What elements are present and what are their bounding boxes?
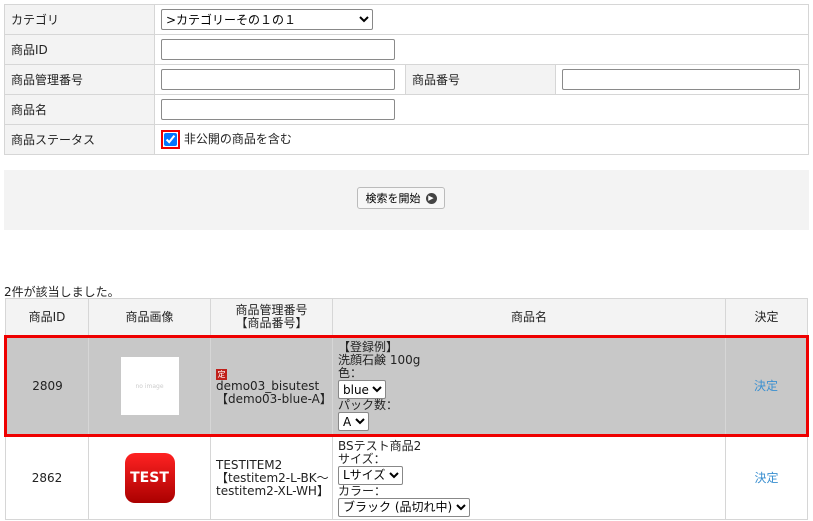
product-name-input[interactable] (161, 99, 395, 120)
decide-link[interactable]: 決定 (754, 471, 778, 485)
row-name: 【登録例】 洗顔石鹸 100g 色： blue パック数： A (332, 335, 726, 437)
search-button-label: 検索を開始 (365, 192, 421, 205)
color-select[interactable]: ブラック (品切れ中) (338, 497, 470, 517)
include-private-label: 非公開の商品を含む (183, 132, 292, 146)
row-action: 決定 (725, 435, 808, 520)
search-area: 検索を開始 ▶ (4, 170, 809, 230)
row-mgmt: 定 demo03_bisutest 【demo03-blue-A】 (210, 335, 333, 437)
row-mgmt: TESTITEM2 【testitem2-L-BK～testitem2-XL-WH… (210, 435, 333, 520)
table-row: 2862 TEST TESTITEM2 【testitem2-L-BK～testi… (5, 435, 808, 520)
header-action: 決定 (725, 298, 808, 337)
product-code-input[interactable] (562, 69, 800, 90)
decide-link[interactable]: 決定 (754, 379, 778, 393)
header-image: 商品画像 (88, 298, 211, 337)
pack-select[interactable]: A (338, 412, 369, 431)
mgmt-number-input[interactable] (161, 69, 395, 90)
product-name-label: 商品名 (4, 94, 155, 125)
search-form: カテゴリ >カテゴリーその１の１ 商品ID 商品管理番号 商品番号 商品名 商品… (4, 4, 809, 155)
row-id: 2862 (5, 435, 89, 520)
category-label: カテゴリ (4, 4, 155, 35)
row-image: no image (88, 335, 211, 437)
product-id-label: 商品ID (4, 34, 155, 65)
category-select[interactable]: >カテゴリーその１の１ (161, 9, 373, 30)
status-label: 商品ステータス (4, 124, 155, 155)
mgmt-number-label: 商品管理番号 (4, 64, 155, 95)
include-private-checkbox[interactable] (161, 130, 180, 149)
row-id: 2809 (4, 335, 89, 437)
header-id: 商品ID (5, 298, 89, 337)
row-name: BSテスト商品2 サイズ： Lサイズ カラー： ブラック (品切れ中) (332, 435, 726, 520)
row-action: 決定 (725, 335, 809, 437)
color-select[interactable]: blue (338, 380, 386, 399)
header-mgmt: 商品管理番号 【商品番号】 (210, 298, 333, 337)
row-image: TEST (88, 435, 211, 520)
product-code-label: 商品番号 (405, 64, 556, 95)
header-name: 商品名 (332, 298, 726, 337)
product-id-input[interactable] (161, 39, 395, 60)
size-select[interactable]: Lサイズ (338, 465, 403, 485)
table-row: 2809 no image 定 demo03_bisutest 【demo03-bl… (4, 335, 809, 437)
results-table: 商品ID 商品画像 商品管理番号 【商品番号】 商品名 決定 2809 no im… (4, 298, 809, 520)
arrow-right-icon: ▶ (425, 192, 437, 204)
search-button[interactable]: 検索を開始 ▶ (357, 187, 445, 209)
